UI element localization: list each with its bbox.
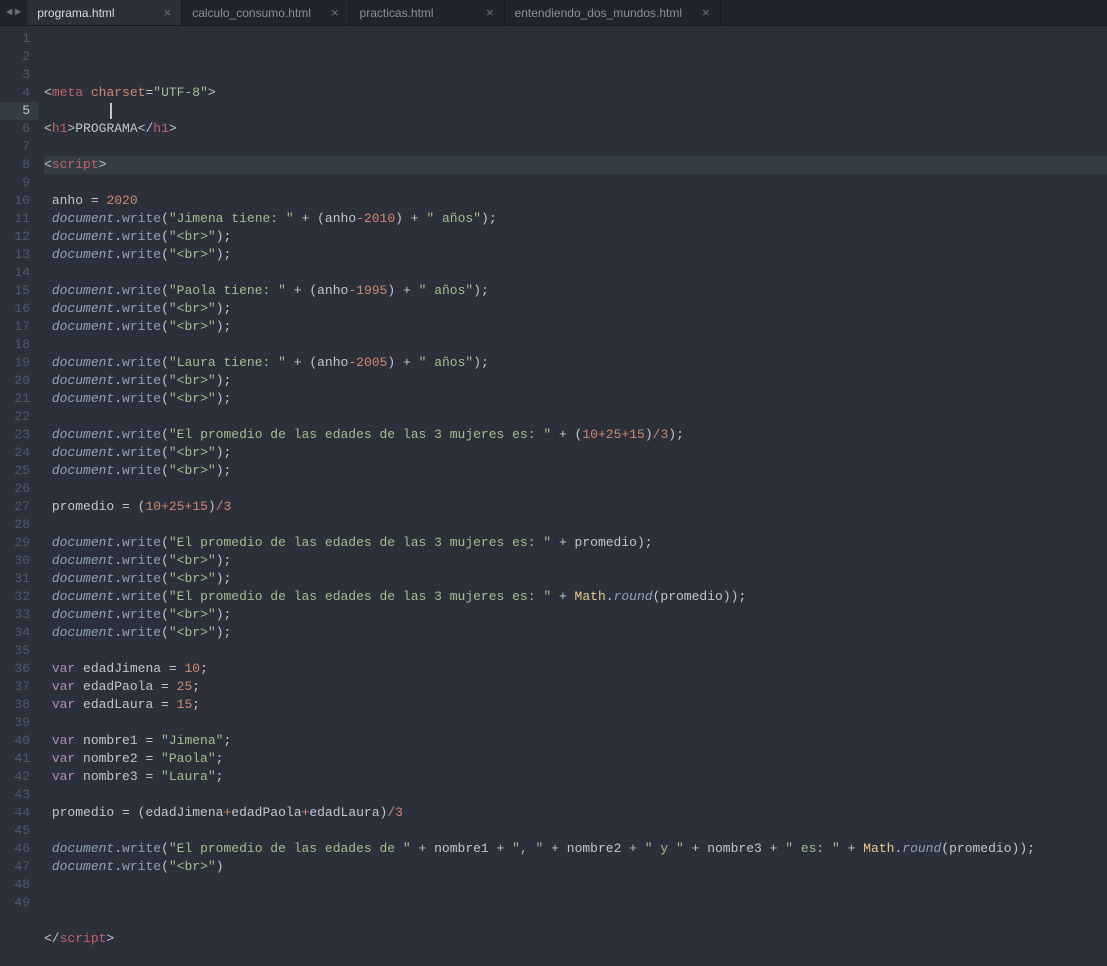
code-line[interactable] bbox=[44, 408, 1107, 426]
code-line[interactable]: </script> bbox=[44, 930, 1107, 948]
close-icon[interactable]: × bbox=[164, 5, 172, 20]
code-line[interactable]: document.write("<br>"); bbox=[44, 228, 1107, 246]
code-line[interactable]: promedio = (edadJimena+edadPaola+edadLau… bbox=[44, 804, 1107, 822]
editor: 1234567891011121314151617181920212223242… bbox=[0, 26, 1107, 911]
code-line[interactable]: <h1>PROGRAMA</h1> bbox=[44, 120, 1107, 138]
code-line[interactable]: document.write("<br>"); bbox=[44, 300, 1107, 318]
code-line[interactable]: document.write("<br>"); bbox=[44, 570, 1107, 588]
code-line[interactable]: var edadJimena = 10; bbox=[44, 660, 1107, 678]
code-line[interactable]: var nombre3 = "Laura"; bbox=[44, 768, 1107, 786]
code-line[interactable]: document.write("<br>"); bbox=[44, 372, 1107, 390]
tab-entendiendo[interactable]: entendiendo_dos_mundos.html × bbox=[505, 0, 721, 25]
close-icon[interactable]: × bbox=[702, 5, 710, 20]
close-icon[interactable]: × bbox=[486, 5, 494, 20]
line-gutter: 1234567891011121314151617181920212223242… bbox=[0, 26, 38, 911]
code-line[interactable] bbox=[44, 894, 1107, 912]
code-line[interactable]: anho = 2020 bbox=[44, 192, 1107, 210]
code-line[interactable] bbox=[44, 336, 1107, 354]
code-line[interactable]: document.write("Jimena tiene: " + (anho-… bbox=[44, 210, 1107, 228]
tab-label: entendiendo_dos_mundos.html bbox=[515, 6, 682, 20]
code-line[interactable]: promedio = (10+25+15)/3 bbox=[44, 498, 1107, 516]
code-line[interactable] bbox=[44, 138, 1107, 156]
code-area[interactable]: <meta charset="UTF-8"> <h1>PROGRAMA</h1> <… bbox=[38, 26, 1107, 911]
code-line[interactable]: document.write("<br>"); bbox=[44, 552, 1107, 570]
nav-right-icon[interactable]: ► bbox=[15, 7, 22, 19]
code-line[interactable]: document.write("<br>") bbox=[44, 858, 1107, 876]
code-line[interactable] bbox=[44, 948, 1107, 966]
tab-practicas[interactable]: practicas.html × bbox=[350, 0, 505, 25]
code-line[interactable]: var nombre2 = "Paola"; bbox=[44, 750, 1107, 768]
code-line[interactable]: document.write("<br>"); bbox=[44, 606, 1107, 624]
code-line[interactable]: document.write("<br>"); bbox=[44, 318, 1107, 336]
nav-arrows: ◄ ► bbox=[0, 7, 27, 19]
code-line[interactable]: <meta charset="UTF-8"> bbox=[44, 84, 1107, 102]
tab-label: programa.html bbox=[37, 6, 114, 20]
text-cursor bbox=[110, 103, 112, 119]
tab-bar: ◄ ► programa.html × calculo_consumo.html… bbox=[0, 0, 1107, 26]
code-line[interactable] bbox=[44, 102, 1107, 120]
code-line[interactable] bbox=[44, 480, 1107, 498]
code-line[interactable]: var nombre1 = "Jimena"; bbox=[44, 732, 1107, 750]
code-line[interactable]: document.write("El promedio de las edade… bbox=[44, 588, 1107, 606]
code-line[interactable] bbox=[44, 174, 1107, 192]
code-line[interactable]: document.write("El promedio de las edade… bbox=[44, 534, 1107, 552]
code-line[interactable] bbox=[44, 786, 1107, 804]
code-line[interactable] bbox=[44, 822, 1107, 840]
code-line[interactable]: document.write("El promedio de las edade… bbox=[44, 840, 1107, 858]
nav-left-icon[interactable]: ◄ bbox=[6, 7, 13, 19]
code-line[interactable]: document.write("<br>"); bbox=[44, 246, 1107, 264]
code-line[interactable]: document.write("<br>"); bbox=[44, 444, 1107, 462]
code-line[interactable]: document.write("<br>"); bbox=[44, 624, 1107, 642]
tab-label: practicas.html bbox=[360, 6, 434, 20]
code-line[interactable]: document.write("<br>"); bbox=[44, 462, 1107, 480]
tab-programa[interactable]: programa.html × bbox=[27, 0, 182, 25]
code-line[interactable]: document.write("Laura tiene: " + (anho-2… bbox=[44, 354, 1107, 372]
code-line[interactable]: document.write("El promedio de las edade… bbox=[44, 426, 1107, 444]
code-line[interactable]: <script> bbox=[44, 156, 1107, 174]
tab-label: calculo_consumo.html bbox=[192, 6, 311, 20]
code-line[interactable] bbox=[44, 714, 1107, 732]
tab-calculo[interactable]: calculo_consumo.html × bbox=[182, 0, 349, 25]
code-line[interactable]: var edadPaola = 25; bbox=[44, 678, 1107, 696]
code-line[interactable] bbox=[44, 264, 1107, 282]
code-line[interactable] bbox=[44, 642, 1107, 660]
code-line[interactable]: var edadLaura = 15; bbox=[44, 696, 1107, 714]
code-line[interactable]: document.write("<br>"); bbox=[44, 390, 1107, 408]
code-line[interactable] bbox=[44, 876, 1107, 894]
code-line[interactable] bbox=[44, 516, 1107, 534]
code-line[interactable] bbox=[44, 912, 1107, 930]
code-line[interactable]: document.write("Paola tiene: " + (anho-1… bbox=[44, 282, 1107, 300]
close-icon[interactable]: × bbox=[331, 5, 339, 20]
